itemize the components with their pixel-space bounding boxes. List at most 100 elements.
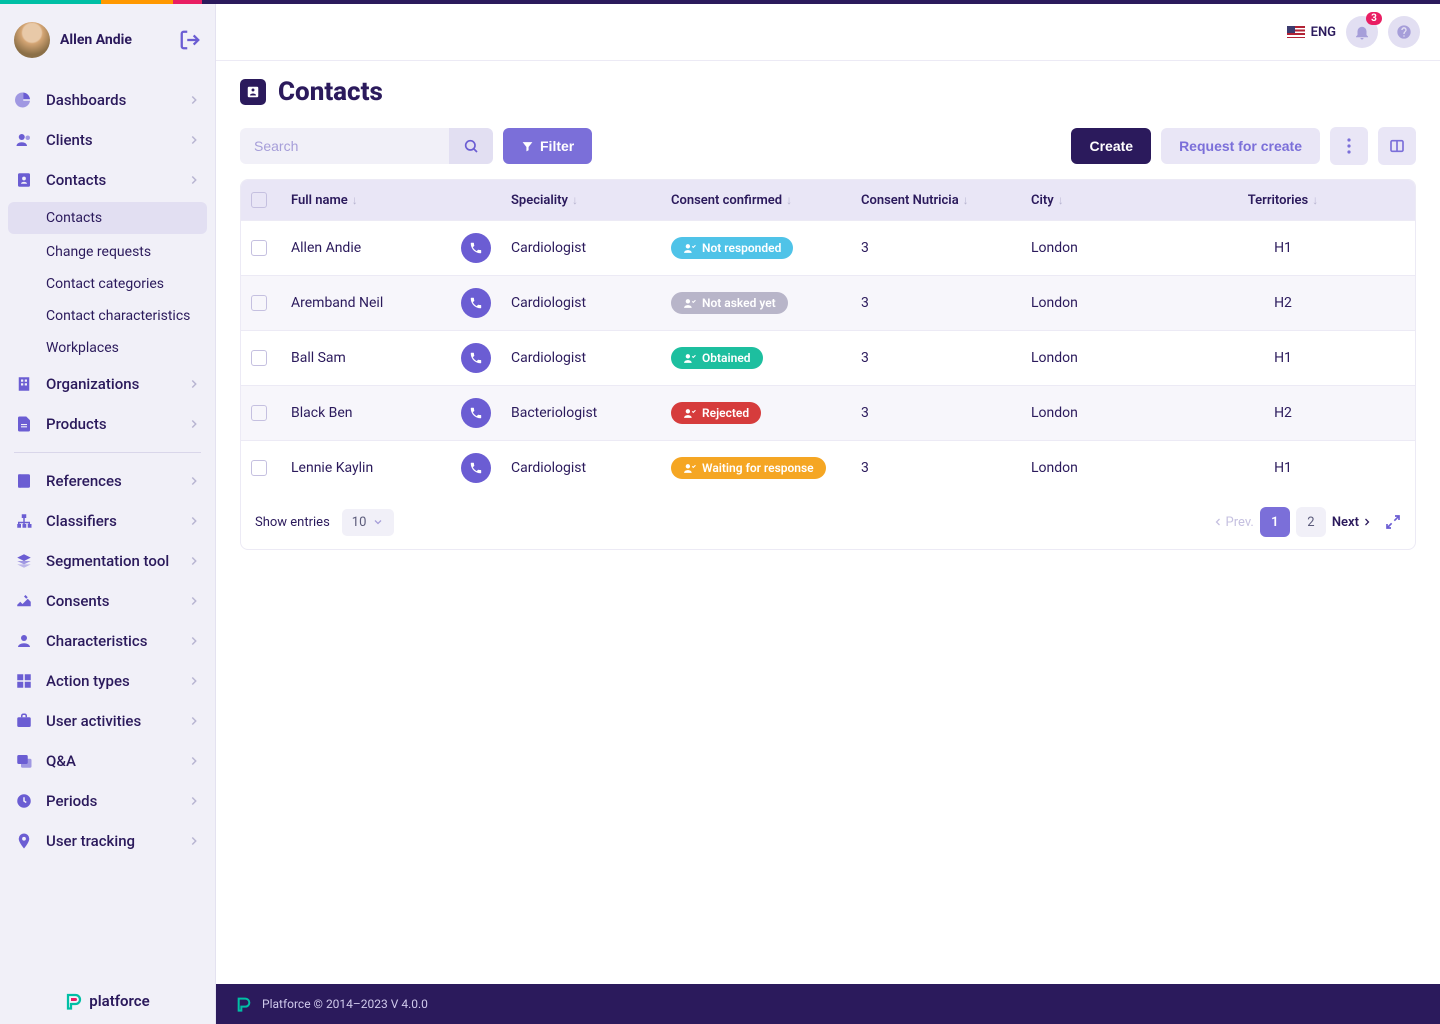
page-2[interactable]: 2: [1296, 507, 1326, 537]
briefcase-icon: [14, 711, 34, 731]
pin-icon: [14, 831, 34, 851]
search-button[interactable]: [449, 128, 493, 164]
phone-icon[interactable]: [461, 288, 491, 318]
pagination: Prev. 12 Next: [1212, 507, 1401, 537]
page-title: Contacts: [240, 77, 1416, 107]
cell-territory: H1: [1151, 221, 1415, 276]
chevron-icon: [187, 834, 201, 848]
chevron-icon: [187, 554, 201, 568]
table-row[interactable]: Black BenBacteriologistRejected3LondonH2: [241, 386, 1415, 441]
pie-icon: [14, 90, 34, 110]
sidebar-item-products[interactable]: Products: [0, 404, 215, 444]
column-city[interactable]: City↓: [1021, 180, 1151, 221]
table: Full name↓Speciality↓Consent confirmed↓C…: [240, 179, 1416, 550]
sidebar-item-periods[interactable]: Periods: [0, 781, 215, 821]
column-territories[interactable]: Territories↓: [1151, 180, 1415, 221]
sidebar-subitem-change-requests[interactable]: Change requests: [0, 236, 215, 268]
sidebar-item-q&a[interactable]: Q&A: [0, 741, 215, 781]
sort-icon: ↓: [1312, 193, 1318, 207]
sidebar-item-references[interactable]: References: [0, 461, 215, 501]
search-input[interactable]: [240, 128, 449, 164]
qa-icon: [14, 751, 34, 771]
sidebar-item-contacts[interactable]: Contacts: [0, 160, 215, 200]
chevron-icon: [187, 514, 201, 528]
row-checkbox[interactable]: [251, 460, 267, 476]
sidebar-item-action-types[interactable]: Action types: [0, 661, 215, 701]
sidebar-item-dashboards[interactable]: Dashboards: [0, 80, 215, 120]
sidebar-subitem-contact-categories[interactable]: Contact categories: [0, 268, 215, 300]
sidebar-item-consents[interactable]: Consents: [0, 581, 215, 621]
entries-select[interactable]: 10: [342, 509, 395, 536]
prev-page[interactable]: Prev.: [1212, 515, 1254, 530]
phone-icon[interactable]: [461, 233, 491, 263]
avatar[interactable]: [14, 22, 50, 58]
page-1[interactable]: 1: [1260, 507, 1290, 537]
more-actions-button[interactable]: [1330, 127, 1368, 165]
cell-speciality: Bacteriologist: [501, 386, 661, 441]
row-checkbox[interactable]: [251, 295, 267, 311]
chevron-icon: [187, 594, 201, 608]
sidebar-item-segmentation-tool[interactable]: Segmentation tool: [0, 541, 215, 581]
row-checkbox[interactable]: [251, 405, 267, 421]
users-icon: [14, 130, 34, 150]
table-row[interactable]: Ball SamCardiologistObtained3LondonH1: [241, 331, 1415, 386]
consent-icon: [683, 297, 696, 310]
notifications-button[interactable]: 3: [1346, 16, 1378, 48]
help-button[interactable]: [1388, 16, 1420, 48]
filter-button[interactable]: Filter: [503, 128, 592, 164]
brand-logo-icon: [65, 992, 83, 1010]
expand-icon[interactable]: [1385, 514, 1401, 530]
user-block: Allen Andie: [0, 4, 215, 76]
table-row[interactable]: Aremband NeilCardiologistNot asked yet3L…: [241, 276, 1415, 331]
table-row[interactable]: Allen AndieCardiologistNot responded3Lon…: [241, 221, 1415, 276]
next-page[interactable]: Next: [1332, 515, 1373, 530]
chevron-icon: [187, 674, 201, 688]
grid-icon: [14, 671, 34, 691]
column-consent-confirmed[interactable]: Consent confirmed↓: [661, 180, 851, 221]
select-all-checkbox[interactable]: [251, 192, 267, 208]
row-checkbox[interactable]: [251, 240, 267, 256]
sidebar-subitem-workplaces[interactable]: Workplaces: [0, 332, 215, 364]
column-consent-nutricia[interactable]: Consent Nutricia↓: [851, 180, 1021, 221]
sidebar-item-characteristics[interactable]: Characteristics: [0, 621, 215, 661]
chevron-icon: [187, 417, 201, 431]
cell-nutricia: 3: [851, 441, 1021, 496]
phone-icon[interactable]: [461, 453, 491, 483]
row-checkbox[interactable]: [251, 350, 267, 366]
cell-name: Aremband Neil: [281, 276, 451, 331]
table-footer: Show entries 10 Prev. 12 Next: [241, 495, 1415, 549]
footer-logo-icon: [236, 996, 252, 1012]
signature-icon: [14, 591, 34, 611]
logout-icon[interactable]: [179, 29, 201, 51]
sidebar-subitem-contact-characteristics[interactable]: Contact characteristics: [0, 300, 215, 332]
app-footer: Platforce © 2014–2023 V 4.0.0: [216, 984, 1440, 1024]
sidebar-subitem-contacts[interactable]: Contacts: [8, 202, 207, 234]
brand: platforce: [0, 978, 215, 1024]
sort-icon: ↓: [1058, 193, 1064, 207]
phone-icon[interactable]: [461, 343, 491, 373]
sidebar-item-organizations[interactable]: Organizations: [0, 364, 215, 404]
phone-icon[interactable]: [461, 398, 491, 428]
sidebar-item-user-activities[interactable]: User activities: [0, 701, 215, 741]
column-speciality[interactable]: Speciality↓: [501, 180, 661, 221]
cell-speciality: Cardiologist: [501, 331, 661, 386]
chevron-down-icon: [372, 516, 384, 528]
consent-pill: Rejected: [671, 402, 761, 424]
table-row[interactable]: Lennie KaylinCardiologistWaiting for res…: [241, 441, 1415, 496]
column-full-name[interactable]: Full name↓: [281, 180, 451, 221]
cell-territory: H1: [1151, 331, 1415, 386]
cell-name: Allen Andie: [281, 221, 451, 276]
sidebar-item-classifiers[interactable]: Classifiers: [0, 501, 215, 541]
chevron-icon: [187, 714, 201, 728]
language-selector[interactable]: ENG: [1287, 25, 1336, 40]
sidebar-item-clients[interactable]: Clients: [0, 120, 215, 160]
create-button[interactable]: Create: [1071, 128, 1151, 164]
columns-button[interactable]: [1378, 127, 1416, 165]
chevron-icon: [187, 93, 201, 107]
request-create-button[interactable]: Request for create: [1161, 128, 1320, 164]
cell-city: London: [1021, 441, 1151, 496]
chevron-icon: [187, 794, 201, 808]
cell-name: Ball Sam: [281, 331, 451, 386]
notification-badge: 3: [1366, 12, 1382, 25]
sidebar-item-user-tracking[interactable]: User tracking: [0, 821, 215, 861]
